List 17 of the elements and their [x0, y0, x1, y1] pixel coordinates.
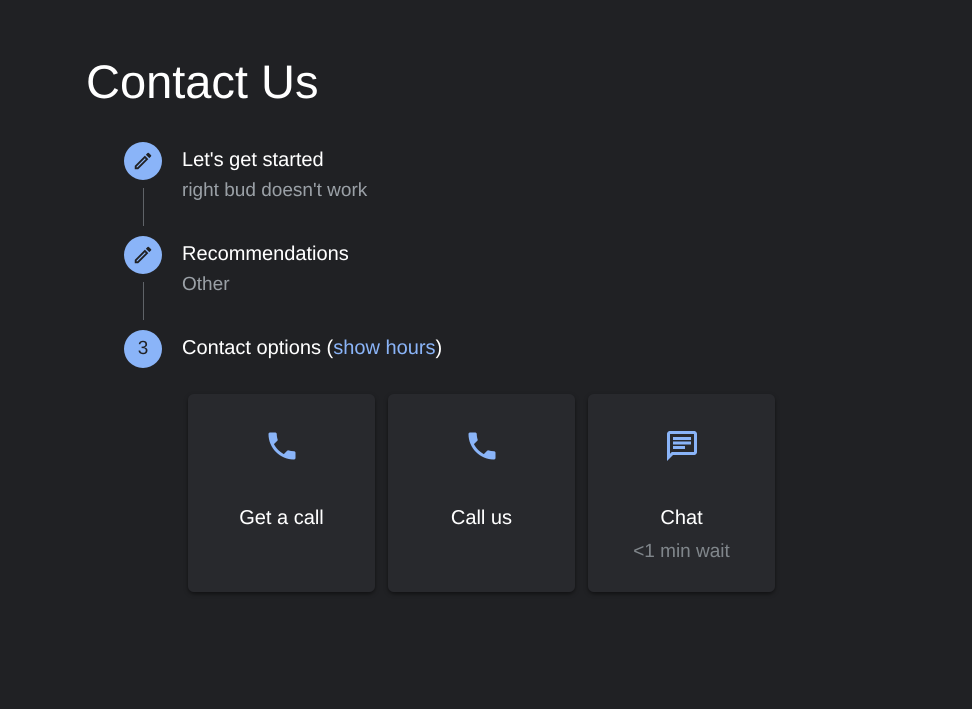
- step-title: Let's get started: [182, 148, 325, 172]
- option-label: Call us: [450, 506, 512, 530]
- option-label: Get a call: [239, 506, 324, 530]
- option-label: Chat: [660, 506, 703, 530]
- contact-option-card[interactable]: Call us: [388, 394, 575, 592]
- contact-option-card[interactable]: Chat <1 min wait: [588, 394, 775, 592]
- step-title: Recommendations: [182, 242, 349, 266]
- contact-option-card[interactable]: Get a call: [188, 394, 375, 592]
- page-title: Contact Us: [86, 54, 320, 110]
- wait-time: <1 min wait: [633, 540, 730, 564]
- show-hours-link[interactable]: show hours: [333, 337, 436, 359]
- step-answer: Other: [182, 273, 231, 297]
- pencil-icon: [132, 244, 154, 266]
- step-answer: right bud doesn't work: [182, 179, 368, 203]
- step-title: Contact options (show hours): [182, 336, 442, 360]
- pencil-icon: [132, 150, 154, 172]
- step-number: 3: [124, 330, 162, 368]
